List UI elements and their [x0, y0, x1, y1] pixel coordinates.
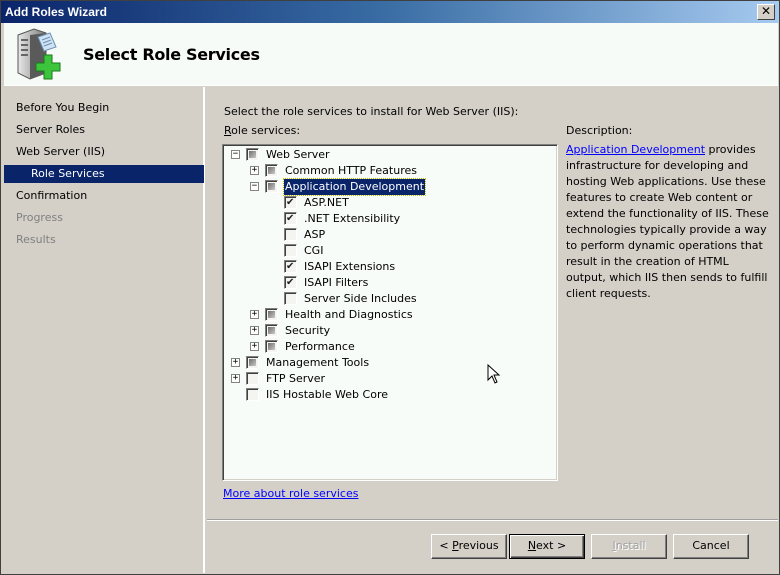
tree-node-label[interactable]: FTP Server	[265, 371, 326, 387]
description-heading: Description:	[566, 124, 633, 137]
role-services-tree[interactable]: − Web Server + Common HTTP Features − Applica…	[222, 144, 558, 481]
next-button[interactable]: Next >	[509, 534, 585, 559]
tree-node[interactable]: CGI	[223, 243, 553, 259]
wizard-step-nav: Before You Begin Server Roles Web Server (…	[4, 87, 205, 573]
checkbox[interactable]	[265, 340, 278, 353]
server-add-icon	[17, 28, 61, 80]
tree-node-label[interactable]: Security	[284, 323, 331, 339]
checkbox[interactable]	[265, 324, 278, 337]
nav-step-confirmation[interactable]: Confirmation	[4, 187, 204, 205]
mouse-cursor-icon	[487, 364, 501, 384]
cancel-button[interactable]: Cancel	[673, 534, 749, 559]
tree-node-label[interactable]: ASP	[303, 227, 326, 243]
wizard-header: Select Role Services	[4, 23, 778, 86]
page-title: Select Role Services	[83, 45, 260, 64]
tree-node[interactable]: − Application Development	[223, 178, 553, 196]
checkbox[interactable]	[284, 260, 297, 273]
tree-node[interactable]: ASP.NET	[223, 195, 553, 211]
expand-icon[interactable]: +	[250, 310, 259, 319]
tree-node[interactable]: + Management Tools	[223, 355, 553, 371]
tree-node-label[interactable]: CGI	[303, 243, 324, 259]
previous-button[interactable]: < Previous	[431, 534, 507, 559]
add-roles-wizard-window: Add Roles Wizard ✕ Select Role Services …	[0, 0, 780, 575]
nav-step-results: Results	[16, 233, 56, 246]
tree-node[interactable]: Server Side Includes	[223, 291, 553, 307]
tree-node-label[interactable]: ASP.NET	[303, 195, 350, 211]
footer-divider	[207, 519, 778, 521]
collapse-icon[interactable]: −	[250, 182, 259, 191]
instruction-text: Select the role services to install for …	[224, 105, 519, 118]
tree-node[interactable]: ISAPI Filters	[223, 275, 553, 291]
checkbox[interactable]	[284, 212, 297, 225]
tree-node-label[interactable]: Management Tools	[265, 355, 370, 371]
checkbox[interactable]	[265, 180, 278, 193]
expand-icon[interactable]: +	[250, 166, 259, 175]
tree-node[interactable]: IIS Hostable Web Core	[223, 387, 553, 403]
tree-node-label[interactable]: ISAPI Extensions	[303, 259, 396, 275]
tree-node-label[interactable]: Performance	[284, 339, 356, 355]
tree-node[interactable]: + Common HTTP Features	[223, 163, 553, 179]
tree-node[interactable]: + Security	[223, 323, 553, 339]
tree-node[interactable]: + FTP Server	[223, 371, 553, 387]
checkbox[interactable]	[246, 388, 259, 401]
collapse-icon[interactable]: −	[231, 150, 240, 159]
tree-node-label[interactable]: Application Development	[282, 178, 427, 196]
description-text: Application Development provides infrast…	[566, 143, 769, 300]
tree-node[interactable]: ASP	[223, 227, 553, 243]
tree-node-label[interactable]: ISAPI Filters	[303, 275, 369, 291]
title-bar[interactable]: Add Roles Wizard ✕	[1, 1, 779, 23]
expand-icon[interactable]: +	[231, 374, 240, 383]
nav-step-server-roles[interactable]: Server Roles	[4, 121, 204, 139]
tree-node[interactable]: + Performance	[223, 339, 553, 355]
tree-node[interactable]: + Health and Diagnostics	[223, 307, 553, 323]
description-link[interactable]: Application Development	[566, 143, 705, 156]
nav-step-web-server-iis[interactable]: Web Server (IIS)	[4, 143, 204, 161]
checkbox[interactable]	[284, 244, 297, 257]
checkbox[interactable]	[284, 196, 297, 209]
checkbox[interactable]	[246, 356, 259, 369]
checkbox[interactable]	[246, 372, 259, 385]
checkbox[interactable]	[265, 308, 278, 321]
expand-icon[interactable]: +	[231, 358, 240, 367]
tree-node-label[interactable]: Common HTTP Features	[284, 163, 418, 179]
more-about-role-services-link[interactable]: More about role services	[223, 487, 358, 500]
tree-node-label[interactable]: Server Side Includes	[303, 291, 418, 307]
checkbox[interactable]	[284, 228, 297, 241]
content-pane: Select the role services to install for …	[207, 87, 778, 519]
tree-node-label[interactable]: Web Server	[265, 147, 331, 163]
expand-icon[interactable]: +	[250, 326, 259, 335]
expand-icon[interactable]: +	[250, 342, 259, 351]
tree-node-label[interactable]: IIS Hostable Web Core	[265, 387, 389, 403]
close-button[interactable]: ✕	[757, 4, 775, 20]
nav-step-progress: Progress	[16, 211, 63, 224]
tree-node-label[interactable]: .NET Extensibility	[303, 211, 401, 227]
checkbox[interactable]	[265, 164, 278, 177]
window-title: Add Roles Wizard	[5, 5, 107, 19]
checkbox[interactable]	[284, 276, 297, 289]
tree-node[interactable]: − Web Server	[223, 147, 553, 163]
tree-node-label[interactable]: Health and Diagnostics	[284, 307, 414, 323]
nav-step-role-services[interactable]: Role Services	[4, 165, 204, 183]
tree-node[interactable]: ISAPI Extensions	[223, 259, 553, 275]
checkbox[interactable]	[284, 292, 297, 305]
checkbox[interactable]	[246, 148, 259, 161]
role-services-label: Role services:	[224, 124, 301, 137]
close-icon: ✕	[760, 4, 772, 18]
install-button[interactable]: Install	[591, 534, 667, 559]
tree-node[interactable]: .NET Extensibility	[223, 211, 553, 227]
nav-step-before-you-begin[interactable]: Before You Begin	[4, 99, 204, 117]
